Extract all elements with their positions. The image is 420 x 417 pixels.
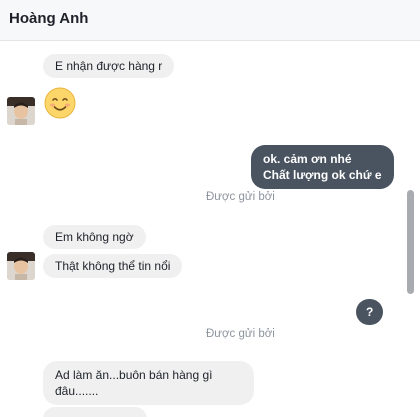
incoming-message[interactable]: Ad làm ăn...buôn bán hàng gì đâu....... <box>43 361 254 405</box>
avatar[interactable] <box>7 252 35 280</box>
outgoing-message[interactable]: ? <box>356 299 384 325</box>
sent-status: Được gửi bởi <box>206 328 275 340</box>
message-text: Thật không thể tin nổi <box>55 259 171 273</box>
chat-header: Hoàng Anh <box>0 0 420 41</box>
message-text: ? <box>366 305 374 319</box>
avatar-photo <box>7 97 35 125</box>
avatar-photo <box>7 252 35 280</box>
smiling-face-icon <box>44 87 76 119</box>
smiling-face-emoji[interactable] <box>44 87 76 119</box>
chat-window: Hoàng Anh E nhận được hàng r ok. cảm ơn … <box>0 0 420 417</box>
outgoing-message[interactable]: ok. cảm ơn nhé Chất lượng ok chứ e <box>251 145 394 189</box>
message-text-line-2: Chất lượng ok chứ e <box>263 168 382 182</box>
message-text: Em không ngờ <box>55 230 134 244</box>
message-text-line-1: Ad làm ăn...buôn bán hàng gì <box>55 368 213 382</box>
contact-name[interactable]: Hoàng Anh <box>9 10 88 27</box>
message-text: E nhận được hàng r <box>55 59 163 73</box>
message-text-line-2: đâu....... <box>55 384 99 398</box>
incoming-message[interactable]: Em không ngờ <box>43 225 146 249</box>
incoming-message[interactable]: E nhận được hàng r <box>43 54 175 78</box>
incoming-message[interactable]: Thật không thể tin nổi <box>43 254 183 278</box>
sent-status: Được gửi bởi <box>206 191 275 203</box>
message-text-line-1: ok. cảm ơn nhé <box>263 152 352 166</box>
avatar[interactable] <box>7 97 35 125</box>
scrollbar-thumb[interactable] <box>407 190 414 294</box>
message-list[interactable]: E nhận được hàng r ok. cảm ơn nhé Chất l… <box>0 41 420 417</box>
incoming-message-partial[interactable] <box>43 407 147 417</box>
